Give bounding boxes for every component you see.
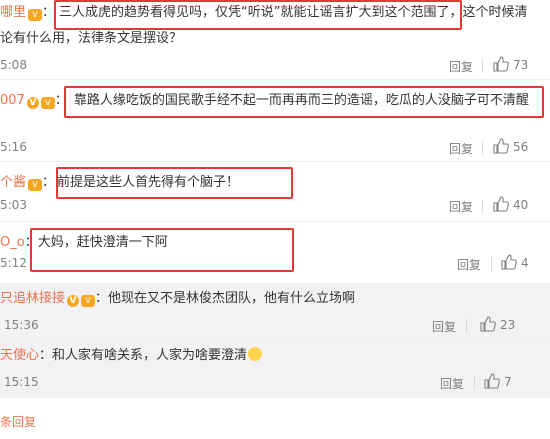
comment-text: 和人家有啥关系，人家为啥要澄清 — [52, 348, 248, 363]
reply-button[interactable]: 回复 — [440, 375, 464, 392]
like-count: 4 — [521, 256, 529, 270]
comment-time: 15:15 — [4, 375, 39, 389]
divider — [466, 319, 467, 333]
comment-time: 5:08 — [0, 58, 27, 72]
vip-badge-icon: V — [40, 97, 55, 109]
like-button[interactable]: 4 — [501, 254, 529, 270]
divider — [482, 59, 483, 73]
thumbs-up-icon — [480, 316, 496, 332]
reply-button[interactable]: 回复 — [449, 58, 473, 75]
comment-line: 天使心：和人家有啥关系，人家为啥要澄清 — [0, 347, 263, 365]
highlight-box — [54, 0, 462, 30]
divider — [482, 141, 483, 155]
comment-time: 15:36 — [4, 318, 39, 332]
comment-username[interactable]: 只追林接接 — [0, 291, 65, 306]
like-count: 23 — [500, 318, 516, 332]
divider — [474, 376, 475, 390]
comment-username[interactable]: 天使心 — [0, 348, 39, 363]
highlight-box — [64, 86, 544, 118]
comment-item: 只追林接接 V V ：他现在又不是林俊杰团队，他有什么立场啊 15:36 回复 23 — [0, 283, 550, 339]
comment-username[interactable]: 007 — [0, 93, 25, 108]
thumbs-up-icon — [493, 196, 509, 212]
thumbs-up-icon — [501, 254, 517, 270]
comment-text: 他现在又不是林俊杰团队，他有什么立场啊 — [108, 291, 356, 306]
divider — [491, 257, 492, 271]
verified-v-icon: V — [67, 295, 80, 307]
like-count: 73 — [513, 58, 529, 72]
comment-username[interactable]: 哪里 — [0, 5, 26, 20]
laughing-emoji-icon — [248, 347, 263, 361]
thumbs-up-icon — [484, 373, 500, 389]
comment-line: 只追林接接 V V ：他现在又不是林俊杰团队，他有什么立场啊 — [0, 291, 356, 307]
like-count: 7 — [504, 375, 512, 389]
comment-item: 天使心：和人家有啥关系，人家为啥要澄清 15:15 回复 7 — [0, 340, 550, 398]
like-button[interactable]: 73 — [493, 56, 528, 72]
like-button[interactable]: 23 — [480, 316, 515, 332]
highlight-box — [30, 228, 294, 272]
view-more-replies-link[interactable]: 条回复 — [0, 413, 36, 430]
thumbs-up-icon — [493, 56, 509, 72]
comment-text-continued: 论有什么用，法律条文是摆设？ — [0, 31, 183, 46]
like-button[interactable]: 56 — [493, 138, 528, 154]
comment-time: 5:03 — [0, 198, 27, 212]
reply-button[interactable]: 回复 — [432, 318, 456, 335]
verified-v-icon: V — [26, 97, 39, 109]
like-count: 40 — [513, 198, 529, 212]
comment-username[interactable]: 个酱 — [0, 175, 26, 190]
reply-button[interactable]: 回复 — [449, 140, 473, 157]
divider — [482, 199, 483, 213]
like-count: 56 — [513, 140, 529, 154]
vip-badge-icon: V — [28, 9, 43, 21]
vip-badge-icon: V — [28, 179, 43, 191]
thumbs-up-icon — [493, 138, 509, 154]
like-button[interactable]: 7 — [484, 373, 512, 389]
reply-button[interactable]: 回复 — [449, 198, 473, 215]
comment-time: 5:16 — [0, 140, 27, 154]
highlight-box — [56, 167, 293, 199]
comment-time: 5:12 — [0, 256, 27, 270]
vip-badge-icon: V — [81, 295, 96, 307]
comment-username[interactable]: O_o — [0, 235, 25, 250]
reply-button[interactable]: 回复 — [457, 256, 481, 273]
like-button[interactable]: 40 — [493, 196, 528, 212]
